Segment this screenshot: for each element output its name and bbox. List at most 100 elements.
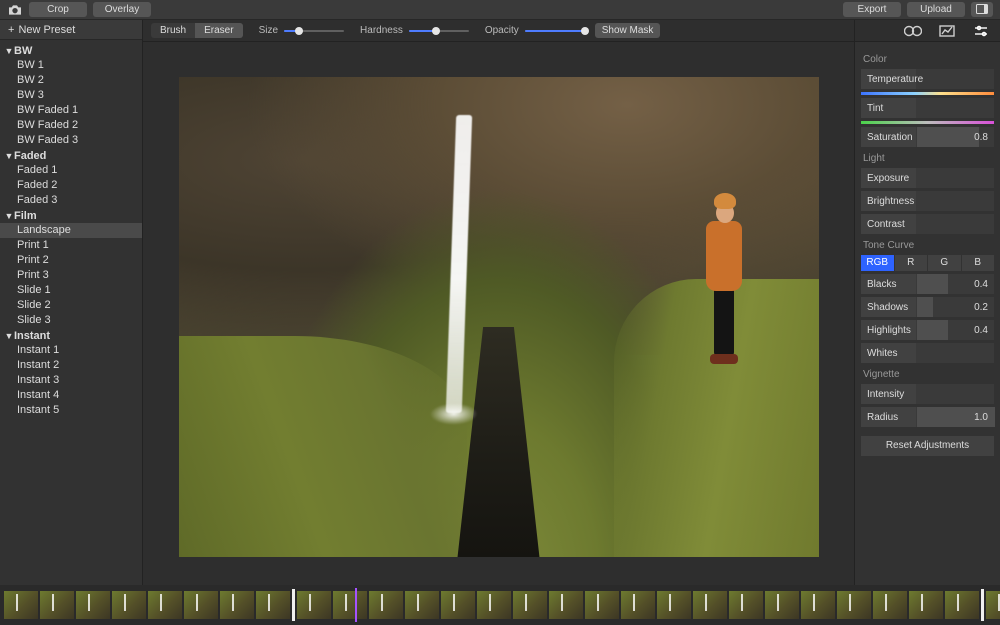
filmstrip-thumb[interactable] (801, 591, 835, 619)
preset-item[interactable]: BW Faded 1 (0, 103, 142, 118)
reset-adjustments-button[interactable]: Reset Adjustments (861, 436, 994, 456)
crop-button[interactable]: Crop (29, 2, 87, 17)
preset-item[interactable]: Instant 4 (0, 388, 142, 403)
preset-group[interactable]: ▼Instant (0, 328, 142, 343)
saturation-row[interactable]: Saturation 0.8 (861, 127, 994, 147)
tone-rgb[interactable]: RGB (861, 255, 894, 271)
preset-sidebar: + New Preset ▼BWBW 1BW 2BW 3BW Faded 1BW… (0, 20, 143, 585)
playhead[interactable] (355, 588, 357, 622)
filmstrip-thumb[interactable] (873, 591, 907, 619)
preset-item[interactable]: Slide 2 (0, 298, 142, 313)
overlay-button[interactable]: Overlay (93, 2, 151, 17)
image-canvas[interactable] (179, 77, 819, 557)
filmstrip-thumb[interactable] (729, 591, 763, 619)
filmstrip-thumb[interactable] (945, 591, 979, 619)
preset-item[interactable]: Instant 5 (0, 403, 142, 418)
whites-row[interactable]: Whites (861, 343, 994, 363)
panel-toggle-button[interactable] (971, 2, 993, 17)
exposure-row[interactable]: Exposure (861, 168, 994, 188)
temperature-gradient (861, 92, 994, 95)
filmstrip-thumb[interactable] (220, 591, 254, 619)
filmstrip-thumb[interactable] (657, 591, 691, 619)
range-handle[interactable] (292, 589, 295, 621)
tone-r[interactable]: R (895, 255, 928, 271)
opacity-slider[interactable] (525, 24, 585, 38)
eraser-tab[interactable]: Eraser (195, 23, 242, 38)
new-preset-button[interactable]: + New Preset (0, 20, 142, 40)
preset-item[interactable]: Slide 3 (0, 313, 142, 328)
preset-item[interactable]: BW Faded 2 (0, 118, 142, 133)
tone-g[interactable]: G (928, 255, 961, 271)
filmstrip-thumb[interactable] (369, 591, 403, 619)
preset-group[interactable]: ▼Film (0, 208, 142, 223)
filmstrip-thumb[interactable] (549, 591, 583, 619)
contrast-row[interactable]: Contrast (861, 214, 994, 234)
size-slider[interactable] (284, 24, 344, 38)
tone-channel-segment[interactable]: RGB R G B (861, 255, 994, 271)
section-label-color: Color (863, 54, 994, 65)
preset-item[interactable]: Landscape (0, 223, 142, 238)
preset-group[interactable]: ▼Faded (0, 148, 142, 163)
filmstrip-thumb[interactable] (184, 591, 218, 619)
app-icon (4, 2, 26, 17)
preset-item[interactable]: Faded 3 (0, 193, 142, 208)
filmstrip-thumb[interactable] (297, 591, 331, 619)
preset-item[interactable]: Print 1 (0, 238, 142, 253)
histogram-icon[interactable] (938, 24, 956, 38)
loop-icon[interactable] (904, 24, 922, 38)
filmstrip-thumb[interactable] (405, 591, 439, 619)
filmstrip-thumb[interactable] (256, 591, 290, 619)
filmstrip-thumb[interactable] (513, 591, 547, 619)
filmstrip-thumb[interactable] (693, 591, 727, 619)
brightness-row[interactable]: Brightness (861, 191, 994, 211)
top-toolbar: Crop Overlay Export Upload (0, 0, 1000, 20)
upload-button[interactable]: Upload (907, 2, 965, 17)
show-mask-button[interactable]: Show Mask (595, 23, 661, 38)
filmstrip-thumb[interactable] (986, 591, 1000, 619)
brush-tab[interactable]: Brush (151, 23, 195, 38)
preset-item[interactable]: BW 1 (0, 58, 142, 73)
filmstrip-thumb[interactable] (40, 591, 74, 619)
preset-item[interactable]: Instant 3 (0, 373, 142, 388)
opacity-label: Opacity (485, 25, 519, 36)
blacks-row[interactable]: Blacks0.4 (861, 274, 994, 294)
shadows-row[interactable]: Shadows0.2 (861, 297, 994, 317)
filmstrip-thumb[interactable] (909, 591, 943, 619)
filmstrip-thumb[interactable] (441, 591, 475, 619)
tint-row[interactable]: Tint (861, 98, 994, 118)
preset-item[interactable]: Print 2 (0, 253, 142, 268)
preset-item[interactable]: Print 3 (0, 268, 142, 283)
hardness-slider[interactable] (409, 24, 469, 38)
tone-b[interactable]: B (962, 255, 995, 271)
brush-mode-segment[interactable]: Brush Eraser (151, 23, 243, 38)
preset-item[interactable]: Instant 1 (0, 343, 142, 358)
filmstrip-thumb[interactable] (621, 591, 655, 619)
highlights-row[interactable]: Highlights0.4 (861, 320, 994, 340)
panel-mode-tabs (855, 20, 1000, 42)
filmstrip-thumb[interactable] (837, 591, 871, 619)
sliders-icon[interactable] (972, 24, 990, 38)
filmstrip-thumb[interactable] (765, 591, 799, 619)
intensity-row[interactable]: Intensity (861, 384, 994, 404)
preset-item[interactable]: Faded 2 (0, 178, 142, 193)
filmstrip-thumb[interactable] (333, 591, 367, 619)
filmstrip-thumb[interactable] (585, 591, 619, 619)
preset-item[interactable]: BW 3 (0, 88, 142, 103)
preset-item[interactable]: BW Faded 3 (0, 133, 142, 148)
filmstrip-thumb[interactable] (112, 591, 146, 619)
preset-item[interactable]: Instant 2 (0, 358, 142, 373)
range-handle[interactable] (981, 589, 984, 621)
filmstrip-thumb[interactable] (148, 591, 182, 619)
filmstrip-thumb[interactable] (477, 591, 511, 619)
export-button[interactable]: Export (843, 2, 901, 17)
radius-row[interactable]: Radius1.0 (861, 407, 994, 427)
preset-item[interactable]: Slide 1 (0, 283, 142, 298)
adjustments-panel: Color Temperature Tint Saturation 0.8 Li… (854, 20, 1000, 585)
filmstrip[interactable] (0, 585, 1000, 625)
preset-group[interactable]: ▼BW (0, 43, 142, 58)
filmstrip-thumb[interactable] (76, 591, 110, 619)
filmstrip-thumb[interactable] (4, 591, 38, 619)
preset-item[interactable]: Faded 1 (0, 163, 142, 178)
preset-item[interactable]: BW 2 (0, 73, 142, 88)
temperature-row[interactable]: Temperature (861, 69, 994, 89)
